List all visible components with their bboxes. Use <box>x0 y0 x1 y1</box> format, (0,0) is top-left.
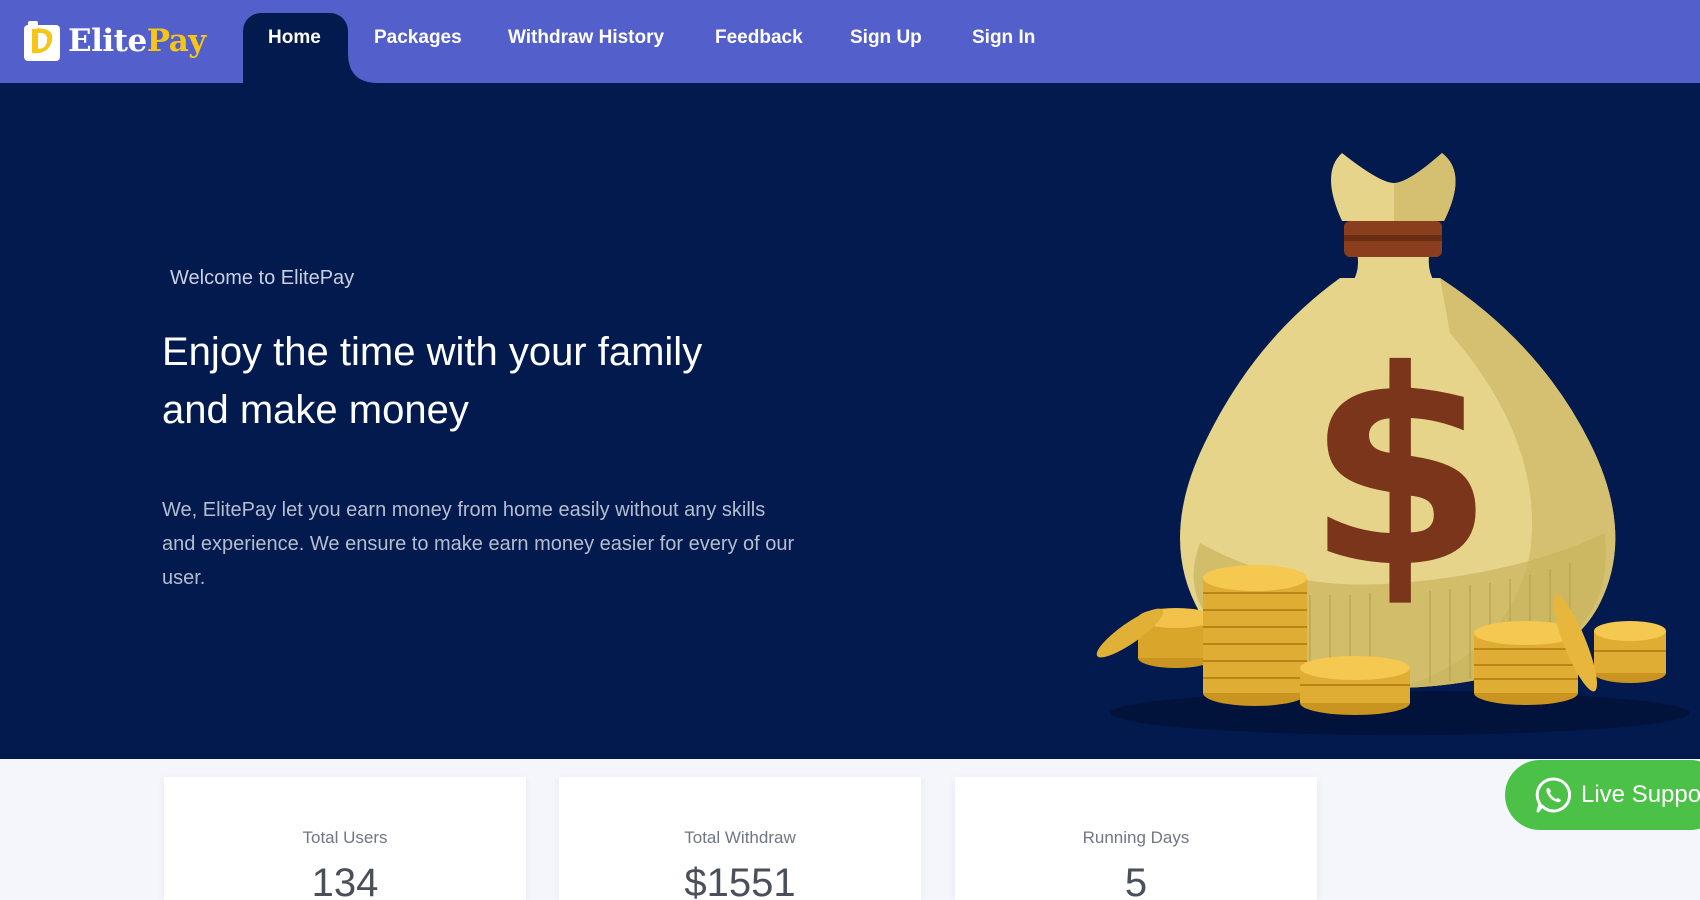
coin-stack-left <box>1096 608 1214 668</box>
live-support-label: Live Support <box>1581 781 1700 808</box>
money-bag-illustration: $ <box>1096 153 1690 735</box>
stat-value: 5 <box>1124 861 1148 900</box>
stat-card-total-withdraw: Total Withdraw $1551 <box>559 777 921 900</box>
stat-label: Total Withdraw <box>684 828 796 847</box>
nav-item-withdraw-history[interactable]: Withdraw History <box>508 27 664 49</box>
stat-card-total-users: Total Users 134 <box>164 777 526 900</box>
nav-item-packages[interactable]: Packages <box>374 27 462 49</box>
stat-label: Total Users <box>302 828 388 847</box>
svg-text:$: $ <box>1306 312 1494 627</box>
stat-value: 134 <box>311 861 379 900</box>
hero-heading-line2: and make money <box>162 388 469 432</box>
stats-section: Total Users 134 Total Withdraw $1551 Run… <box>0 759 1700 900</box>
hero-welcome-text: Welcome to ElitePay <box>170 267 355 289</box>
hero-heading: Enjoy the time with your family and make… <box>162 323 812 439</box>
coin-stack-center-left <box>1203 565 1307 706</box>
live-support-button[interactable]: Live Support <box>1505 760 1700 830</box>
hero-heading-line1: Enjoy the time with your family <box>162 330 703 374</box>
stat-label: Running Days <box>1082 828 1190 847</box>
hero-description: We, ElitePay let you earn money from hom… <box>162 499 795 589</box>
stat-value: $1551 <box>684 861 796 900</box>
nav-item-sign-in[interactable]: Sign In <box>972 27 1035 49</box>
nav-item-home[interactable]: Home <box>268 27 321 49</box>
nav-item-feedback[interactable]: Feedback <box>715 27 803 49</box>
hero-section: Welcome to ElitePay Enjoy the time with … <box>0 83 1700 759</box>
coin-stack-center <box>1300 656 1410 715</box>
nav-item-sign-up[interactable]: Sign Up <box>850 27 922 49</box>
stat-card-running-days: Running Days 5 <box>955 777 1317 900</box>
whatsapp-icon <box>1535 777 1572 813</box>
nav-menu: Home Packages Withdraw History Feedback … <box>0 0 1200 78</box>
top-navbar: ElitePay Home Packages Withdraw History … <box>0 0 1700 83</box>
